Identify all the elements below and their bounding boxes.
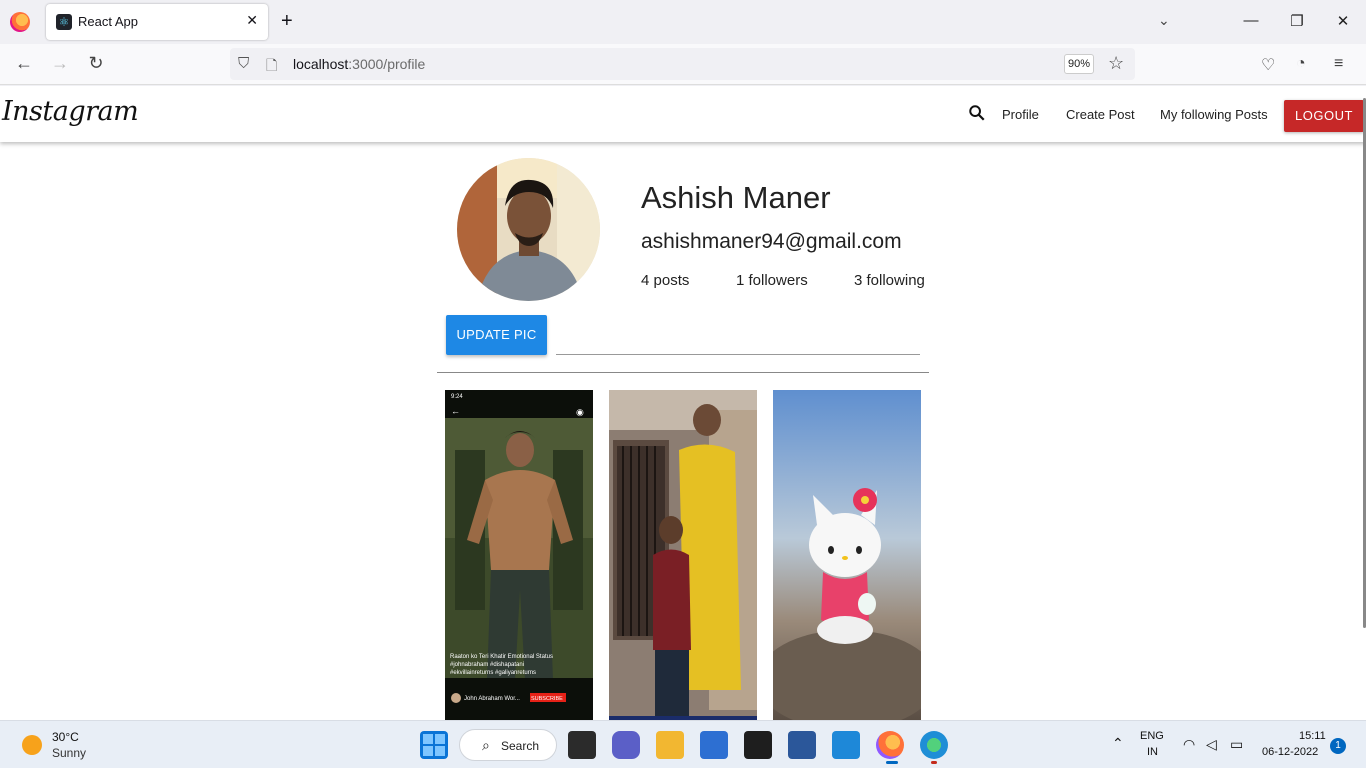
firefox-taskbar-icon[interactable] <box>876 731 904 759</box>
weather-sun-icon[interactable] <box>22 735 42 755</box>
browser-tab[interactable]: ⚛ React App ✕ <box>46 4 268 40</box>
brand-logo[interactable]: Instagram <box>2 96 139 127</box>
nav-create-post-link[interactable]: Create Post <box>1066 107 1135 122</box>
back-icon[interactable]: ← <box>12 53 36 74</box>
file-path-input[interactable] <box>556 354 920 355</box>
teams-chat-icon[interactable] <box>612 731 640 759</box>
account-icon[interactable]: ◔ <box>1296 55 1306 73</box>
region-code[interactable]: IN <box>1147 746 1158 758</box>
profile-email: ashishmaner94@gmail.com <box>641 230 902 253</box>
firefox-icon[interactable] <box>10 12 30 32</box>
post-thumbnail[interactable]: 9:24 ← ◉ Raaton ko Teri Khatir Emotional… <box>445 390 593 720</box>
task-view-icon[interactable] <box>568 731 596 759</box>
minimize-icon[interactable]: — <box>1241 12 1261 29</box>
avatar <box>457 158 600 301</box>
taskbar-search[interactable]: ⌕ Search <box>459 729 557 761</box>
post-thumbnail[interactable] <box>609 390 757 720</box>
clock-date[interactable]: 06-12-2022 <box>1262 746 1318 758</box>
notification-badge[interactable]: 1 <box>1330 738 1346 754</box>
taskbar-search-label: Search <box>501 739 540 753</box>
weather-condition[interactable]: Sunny <box>52 746 86 760</box>
taskbar: 30°C Sunny ⌕ Search ⌃ ENG IN ◠ ◁ ▭ 15:11… <box>0 720 1366 768</box>
svg-text:←: ← <box>451 406 460 416</box>
restore-icon[interactable]: ❐ <box>1287 12 1307 30</box>
channel-name: John Abraham Wor... <box>464 696 520 702</box>
clock-time[interactable]: 15:11 <box>1299 730 1326 742</box>
vscode-icon[interactable] <box>832 731 860 759</box>
chevron-down-icon[interactable]: ⌄ <box>1158 12 1170 29</box>
browser-toolbar: ← → ↻ ⛉ 🗋 localhost:3000/profile 90% ☆ ♡… <box>0 44 1366 85</box>
chevron-up-icon[interactable]: ⌃ <box>1112 735 1124 752</box>
nav-following-posts-link[interactable]: My following Posts <box>1160 107 1268 122</box>
followers-count: 1 followers <box>736 272 808 289</box>
store-icon[interactable] <box>700 731 728 759</box>
battery-icon[interactable]: ▭ <box>1230 736 1243 753</box>
close-window-icon[interactable]: ✕ <box>1333 12 1353 30</box>
profile-name: Ashish Maner <box>641 180 831 215</box>
shield-icon[interactable]: ⛉ <box>238 55 249 72</box>
pocket-icon[interactable]: ♡ <box>1261 55 1275 75</box>
page-content: Instagram Profile Create Post My followi… <box>0 86 1366 720</box>
word-icon[interactable] <box>788 731 816 759</box>
app-navbar: Instagram Profile Create Post My followi… <box>0 86 1366 142</box>
weather-temp[interactable]: 30°C <box>52 730 79 744</box>
browser-tab-bar: ⚛ React App ✕ + ⌄ — ❐ ✕ <box>0 0 1366 44</box>
react-icon: ⚛ <box>56 14 72 30</box>
status-time: 9:24 <box>451 394 463 400</box>
update-pic-button[interactable]: UPDATE PIC <box>446 315 547 355</box>
page-info-icon[interactable]: 🗋 <box>266 55 277 79</box>
menu-icon[interactable]: ≡ <box>1334 55 1343 73</box>
active-app-indicator <box>886 761 898 764</box>
tab-title: React App <box>78 14 138 29</box>
zoom-badge[interactable]: 90% <box>1064 54 1094 74</box>
wifi-icon[interactable]: ◠ <box>1183 736 1195 753</box>
post-caption: Raaton ko Teri Khatir Emotional Status #… <box>450 654 553 676</box>
terminal-icon[interactable] <box>744 731 772 759</box>
edge-icon[interactable] <box>920 731 948 759</box>
windows-start-icon[interactable] <box>420 731 448 759</box>
divider <box>437 372 929 373</box>
forward-icon[interactable]: → <box>48 53 72 74</box>
new-tab-icon[interactable]: + <box>281 10 293 32</box>
svg-text:◉: ◉ <box>576 407 584 417</box>
logout-button[interactable]: LOGOUT <box>1284 100 1364 132</box>
url-bar[interactable]: ⛉ 🗋 localhost:3000/profile 90% ☆ <box>230 48 1135 80</box>
subscribe-label: SUBSCRIBE <box>531 696 563 702</box>
file-explorer-icon[interactable] <box>656 731 684 759</box>
posts-count: 4 posts <box>641 272 690 289</box>
running-app-indicator <box>931 761 937 764</box>
post-thumbnail[interactable] <box>773 390 921 720</box>
following-count: 3 following <box>854 272 925 289</box>
language-code[interactable]: ENG <box>1140 730 1164 742</box>
volume-icon[interactable]: ◁ <box>1206 736 1217 753</box>
url-text[interactable]: localhost:3000/profile <box>293 56 425 72</box>
search-icon: ⌕ <box>482 737 490 753</box>
close-tab-icon[interactable]: ✕ <box>246 12 258 29</box>
reload-icon[interactable]: ↻ <box>84 53 108 74</box>
nav-profile-link[interactable]: Profile <box>1002 107 1039 122</box>
bookmark-star-icon[interactable]: ☆ <box>1108 53 1124 74</box>
search-icon[interactable] <box>968 104 986 122</box>
